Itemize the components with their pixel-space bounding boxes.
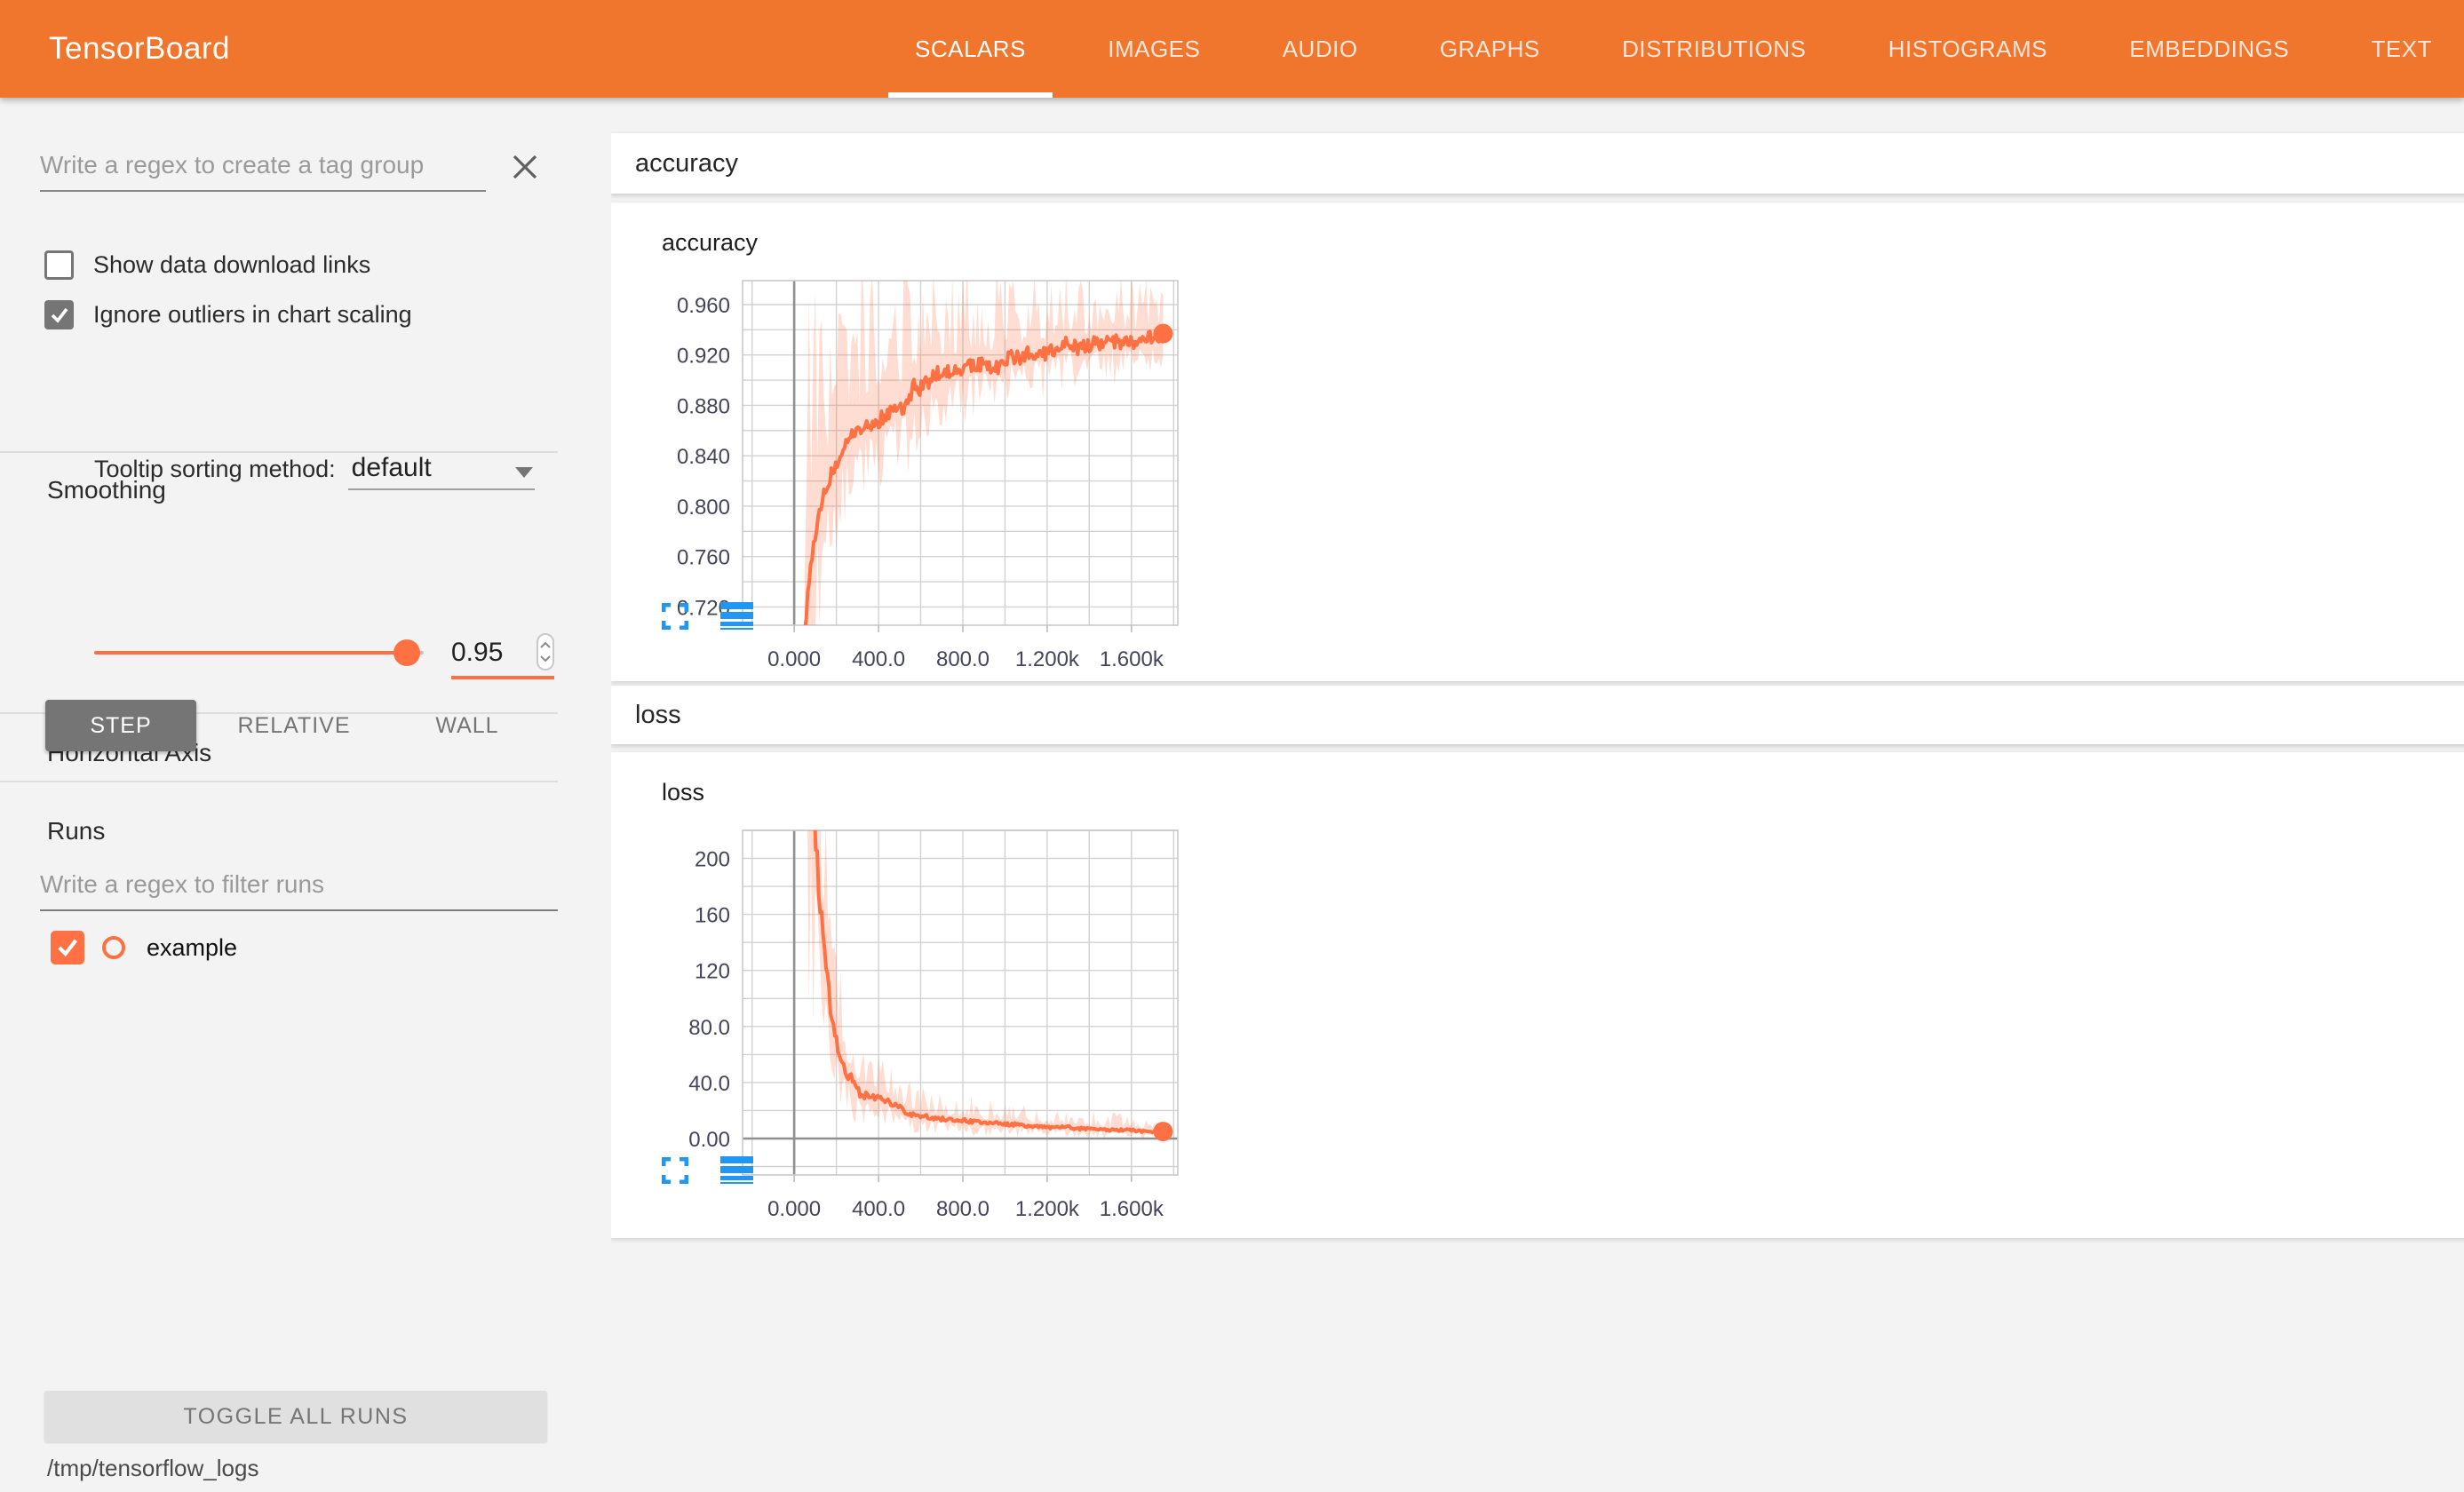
run-label: example — [147, 934, 237, 962]
svg-text:800.0: 800.0 — [936, 647, 990, 671]
slider-thumb[interactable] — [393, 639, 420, 666]
checkbox-icon[interactable] — [44, 300, 74, 329]
checkbox-label: Show data download links — [93, 251, 370, 279]
toggle-all-runs-button[interactable]: TOGGLE ALL RUNS — [44, 1391, 547, 1442]
tab-histograms[interactable]: HISTOGRAMS — [1862, 0, 2074, 98]
horizontal-axis-buttons: STEP RELATIVE WALL — [45, 700, 543, 751]
svg-text:0.000: 0.000 — [767, 647, 821, 671]
svg-text:80.0: 80.0 — [688, 1016, 730, 1040]
runs-filter-row — [40, 860, 558, 911]
svg-text:800.0: 800.0 — [936, 1197, 990, 1221]
step-button[interactable]: STEP — [45, 700, 196, 751]
divider — [0, 781, 558, 782]
slider-fill — [94, 651, 407, 655]
chevron-down-icon — [515, 467, 533, 478]
svg-text:0.00: 0.00 — [688, 1128, 730, 1152]
sidebar: Show data download links Ignore outliers… — [0, 98, 611, 1492]
main-content: accuracy accuracy 0.000 400.0 800.0 1.200k 1… — [610, 98, 2464, 1492]
svg-text:0.000: 0.000 — [767, 1197, 821, 1221]
runs-filter-input[interactable] — [40, 860, 558, 911]
chart-card-accuracy: accuracy 0.000 400.0 800.0 1.200k 1.600k 0.96… — [610, 202, 2464, 681]
ignore-outliers-row[interactable]: Ignore outliers in chart scaling — [44, 300, 412, 329]
svg-text:40.0: 40.0 — [688, 1072, 730, 1096]
svg-text:1.200k: 1.200k — [1015, 647, 1080, 671]
svg-text:200: 200 — [695, 848, 730, 872]
logdir-path: /tmp/tensorflow_logs — [47, 1455, 258, 1482]
chart-toolbar — [662, 1156, 753, 1184]
tab-embeddings[interactable]: EMBEDDINGS — [2102, 0, 2316, 98]
svg-text:1.600k: 1.600k — [1100, 1197, 1164, 1221]
smoothing-stepper[interactable] — [537, 633, 554, 671]
smoothing-slider[interactable] — [94, 651, 424, 655]
svg-text:1.200k: 1.200k — [1015, 1197, 1080, 1221]
relative-button[interactable]: RELATIVE — [219, 700, 370, 751]
run-checkbox-icon[interactable] — [51, 931, 84, 964]
tooltip-sort-value: default — [352, 453, 432, 482]
wall-button[interactable]: WALL — [392, 700, 543, 751]
runs-list-icon[interactable] — [720, 1156, 753, 1184]
tooltip-sort-dropdown[interactable]: default — [348, 453, 535, 490]
app-title: TensorBoard — [49, 0, 230, 98]
tag-group-title: loss — [635, 701, 681, 730]
close-icon[interactable] — [509, 151, 541, 183]
chevron-up-icon — [540, 641, 551, 649]
divider — [0, 451, 558, 453]
tag-group-header-loss[interactable]: loss — [610, 686, 2464, 744]
svg-text:0.880: 0.880 — [677, 394, 730, 418]
tag-group-title: accuracy — [635, 149, 738, 179]
smoothing-value-input[interactable]: 0.95 — [451, 635, 537, 671]
chevron-down-icon — [540, 655, 551, 663]
app-header: TensorBoard SCALARS IMAGES AUDIO GRAPHS DIST… — [0, 0, 2464, 98]
nav-tabs: SCALARS IMAGES AUDIO GRAPHS DISTRIBUTIONS HIS… — [888, 0, 2459, 98]
chart-card-loss: loss 0.000 400.0 800.0 1.200k 1.600k 200 160 12… — [610, 752, 2464, 1238]
tag-group-header-accuracy[interactable]: accuracy — [610, 133, 2464, 194]
svg-text:0.840: 0.840 — [677, 445, 730, 469]
chart-title: loss — [662, 779, 704, 806]
tab-graphs[interactable]: GRAPHS — [1413, 0, 1567, 98]
svg-text:0.920: 0.920 — [677, 345, 730, 369]
svg-text:160: 160 — [695, 904, 730, 928]
show-download-links-row[interactable]: Show data download links — [44, 250, 370, 280]
tab-audio[interactable]: AUDIO — [1256, 0, 1385, 98]
checkbox-label: Ignore outliers in chart scaling — [93, 301, 412, 329]
svg-text:400.0: 400.0 — [852, 647, 905, 671]
svg-text:0.800: 0.800 — [677, 496, 730, 520]
run-color-swatch — [102, 936, 125, 959]
expand-chart-icon[interactable] — [662, 1157, 688, 1184]
smoothing-value-underline — [451, 676, 554, 679]
checkbox-icon[interactable] — [44, 250, 74, 280]
chart-title: accuracy — [662, 229, 758, 257]
tab-text[interactable]: TEXT — [2345, 0, 2459, 98]
svg-text:1.600k: 1.600k — [1100, 647, 1164, 671]
svg-text:0.760: 0.760 — [677, 546, 730, 570]
tab-scalars[interactable]: SCALARS — [888, 0, 1053, 98]
tensorboard-app: TensorBoard SCALARS IMAGES AUDIO GRAPHS DIST… — [0, 0, 2464, 1492]
tab-images[interactable]: IMAGES — [1081, 0, 1227, 98]
svg-text:0.960: 0.960 — [677, 294, 730, 318]
expand-chart-icon[interactable] — [662, 603, 688, 630]
chart-toolbar — [662, 602, 753, 630]
run-item-example[interactable]: example — [51, 931, 237, 964]
tag-filter-input[interactable] — [40, 140, 486, 192]
runs-label: Runs — [47, 817, 105, 845]
svg-text:400.0: 400.0 — [852, 1197, 905, 1221]
smoothing-label: Smoothing — [47, 476, 166, 504]
tag-filter-row — [40, 140, 541, 192]
runs-list-icon[interactable] — [720, 602, 753, 630]
tab-distributions[interactable]: DISTRIBUTIONS — [1595, 0, 1832, 98]
svg-text:120: 120 — [695, 960, 730, 984]
